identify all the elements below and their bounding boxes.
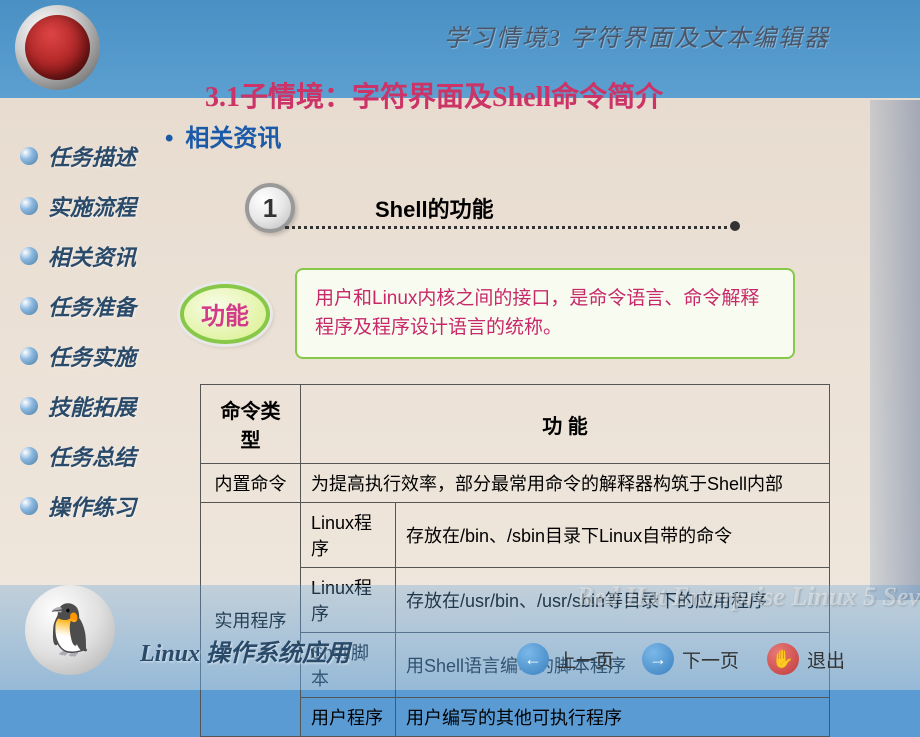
table-row: 内置命令 为提高执行效率，部分最常用命令的解释器构筑于Shell内部: [201, 464, 830, 503]
sidebar-item-prepare[interactable]: 任务准备: [20, 290, 155, 322]
sphere-icon: [20, 447, 38, 465]
sidebar-item-process[interactable]: 实施流程: [20, 190, 155, 222]
dotted-divider: [285, 226, 735, 229]
sidebar-item-info[interactable]: 相关资讯: [20, 240, 155, 272]
context-title: 学习情境3 字符界面及文本编辑器: [444, 18, 830, 53]
table-header: 功 能: [301, 385, 830, 464]
footer-title: Linux 操作系统应用: [140, 633, 350, 668]
feature-description: 用户和Linux内核之间的接口，是命令语言、命令解释程序及程序设计语言的统称。: [295, 268, 795, 359]
sphere-icon: [20, 247, 38, 265]
sphere-icon: [20, 147, 38, 165]
sidebar-item-summary[interactable]: 任务总结: [20, 440, 155, 472]
table-cell: 内置命令: [201, 464, 301, 503]
exit-button[interactable]: ✋ 退出: [767, 643, 845, 675]
sidebar-item-task-desc[interactable]: 任务描述: [20, 140, 155, 172]
sidebar: 任务描述 实施流程 相关资讯 任务准备 任务实施 技能拓展 任务总结 操作练习: [20, 140, 155, 540]
feature-badge: 功能: [180, 284, 270, 344]
sidebar-item-label: 技能拓展: [48, 390, 136, 422]
sidebar-item-practice[interactable]: 操作练习: [20, 490, 155, 522]
background-watermark-text: Red Hat Enterprise Linux 5 Sev: [577, 582, 920, 612]
hand-exit-icon: ✋: [767, 643, 799, 675]
linux-penguin-logo: 🐧: [25, 585, 115, 675]
sidebar-item-implement[interactable]: 任务实施: [20, 340, 155, 372]
topic-label: Shell的功能: [375, 192, 494, 224]
sidebar-item-skills[interactable]: 技能拓展: [20, 390, 155, 422]
slide-title: 3.1子情境：字符界面及Shell命令简介: [205, 75, 663, 115]
table-row: 实用程序 Linux程序 存放在/bin、/sbin目录下Linux自带的命令: [201, 503, 830, 568]
table-cell: 用户程序: [301, 698, 396, 737]
sphere-icon: [20, 497, 38, 515]
sphere-icon: [20, 197, 38, 215]
nav-label: 上一页: [557, 646, 614, 673]
sidebar-item-label: 任务描述: [48, 140, 136, 172]
sphere-icon: [20, 397, 38, 415]
prev-button[interactable]: ← 上一页: [517, 643, 614, 675]
arrow-left-icon: ←: [517, 643, 549, 675]
section-header: 相关资讯: [165, 118, 885, 153]
sidebar-item-label: 操作练习: [48, 490, 136, 522]
sidebar-item-label: 相关资讯: [48, 240, 136, 272]
feature-row: 功能 用户和Linux内核之间的接口，是命令语言、命令解释程序及程序设计语言的统…: [180, 268, 885, 359]
table-header-row: 命令类型 功 能: [201, 385, 830, 464]
arrow-right-icon: →: [642, 643, 674, 675]
table-cell: Linux程序: [301, 503, 396, 568]
sidebar-item-label: 任务准备: [48, 290, 136, 322]
sidebar-item-label: 任务实施: [48, 340, 136, 372]
nav-buttons: ← 上一页 → 下一页 ✋ 退出: [517, 643, 845, 675]
sphere-icon: [20, 347, 38, 365]
sidebar-item-label: 实施流程: [48, 190, 136, 222]
nav-label: 退出: [807, 646, 845, 673]
table-header: 命令类型: [201, 385, 301, 464]
table-cell: 存放在/bin、/sbin目录下Linux自带的命令: [396, 503, 830, 568]
redhat-logo: [15, 5, 105, 95]
footer: Red Hat Enterprise Linux 5 Sev 🐧 Linux 操…: [0, 585, 920, 690]
sidebar-item-label: 任务总结: [48, 440, 136, 472]
nav-label: 下一页: [682, 646, 739, 673]
table-cell: 为提高执行效率，部分最常用命令的解释器构筑于Shell内部: [301, 464, 830, 503]
next-button[interactable]: → 下一页: [642, 643, 739, 675]
sphere-icon: [20, 297, 38, 315]
table-cell: 用户编写的其他可执行程序: [396, 698, 830, 737]
